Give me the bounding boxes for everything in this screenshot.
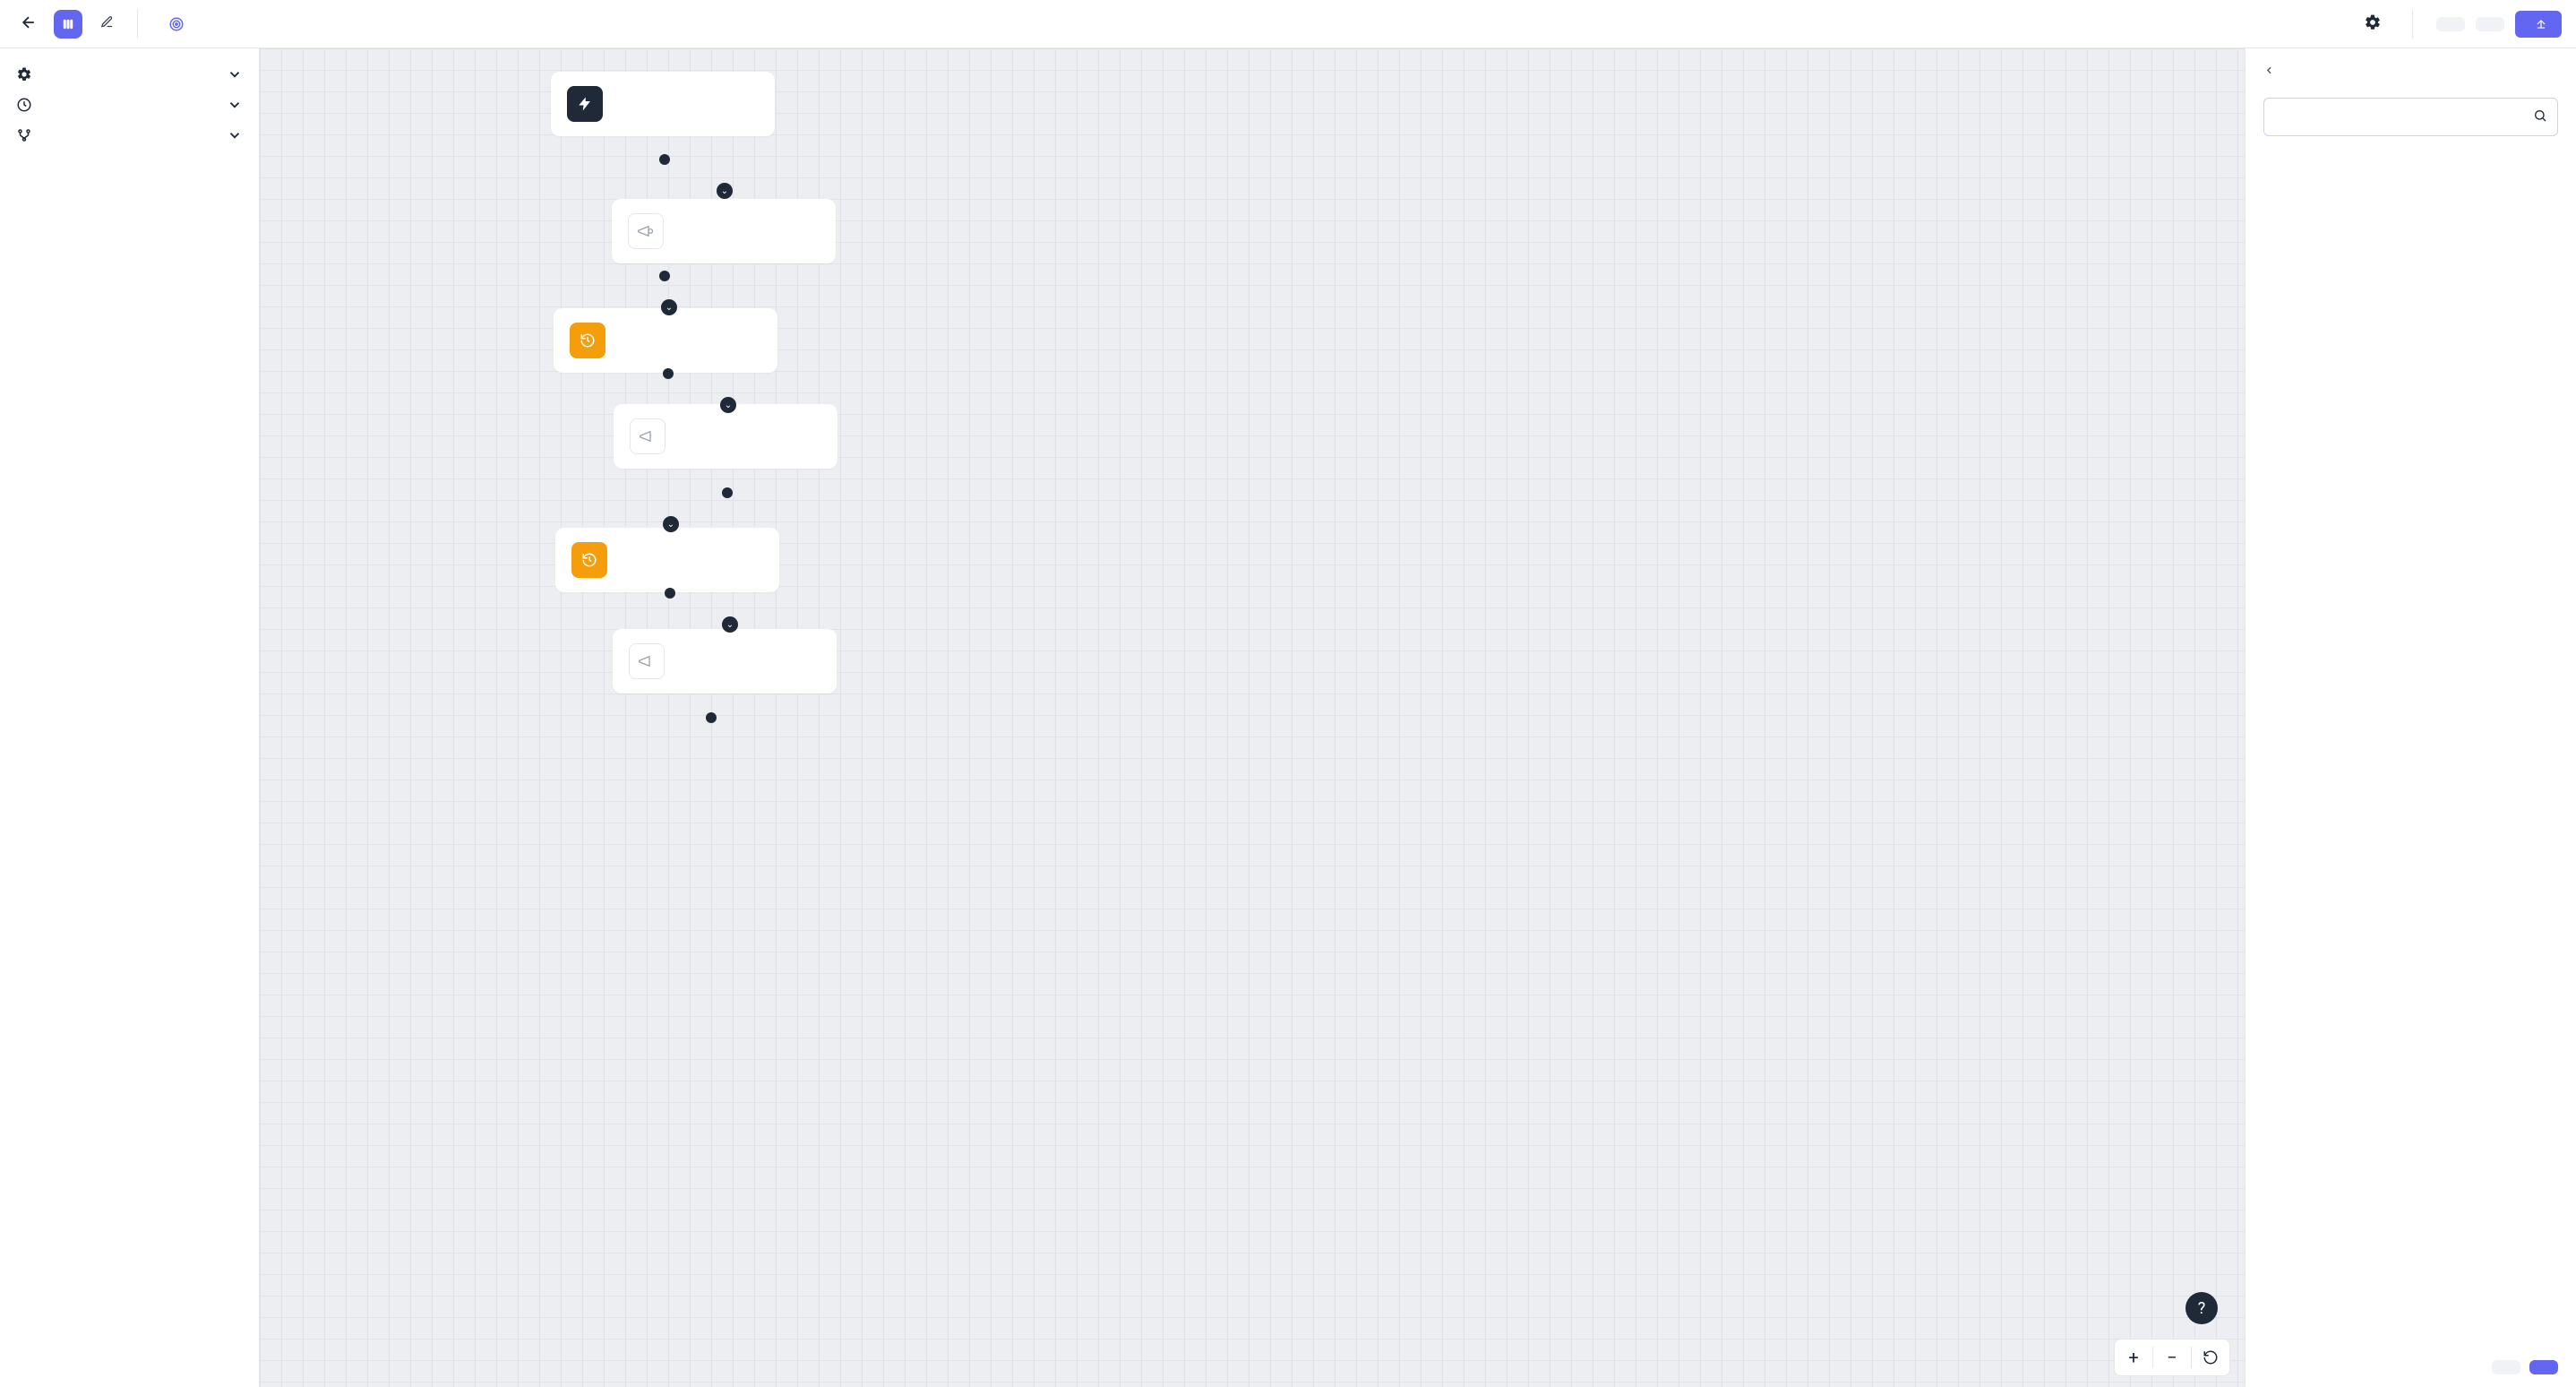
clock-icon [16,97,32,113]
sidebar [0,48,260,1387]
chevron-down-icon[interactable]: ⌄ [722,616,738,633]
save-button[interactable] [2529,1360,2558,1374]
settings-icon[interactable] [2357,6,2389,42]
connector-dot [659,154,670,165]
send-campaign-node[interactable] [613,629,837,694]
vertical-divider [137,10,138,39]
save-draft-button[interactable] [2436,17,2465,31]
wait-node[interactable] [554,308,777,373]
chevron-down-icon [227,66,243,82]
connector-dot [659,271,670,281]
connector-dot [663,368,674,379]
app-logo [54,10,82,39]
megaphone-icon [629,643,665,679]
journey-canvas[interactable]: ⌄ ⌄ ⌄ ⌄ ⌄ ? + − [260,48,2245,1387]
reset-view-button[interactable] [2192,1339,2229,1376]
lightning-icon [567,86,603,122]
back-arrow-icon[interactable] [14,8,43,40]
send-campaign-node[interactable] [612,199,836,263]
section-conditions-header[interactable] [16,120,243,151]
wait-node[interactable] [555,528,779,592]
branch-icon [16,127,32,143]
campaign-activity-item[interactable] [16,151,243,156]
connector-dot [706,712,717,723]
list-search-input[interactable] [2263,98,2558,136]
section-actions-header[interactable] [16,59,243,90]
zoom-in-button[interactable]: + [2115,1339,2152,1376]
megaphone-icon [628,213,664,249]
chevron-down-icon[interactable]: ⌄ [663,516,679,532]
chevron-down-icon[interactable]: ⌄ [717,183,733,199]
search-icon [2533,108,2547,126]
test-journey-button[interactable] [2476,17,2504,31]
upload-icon [2535,18,2547,30]
right-panel [2245,48,2576,1387]
megaphone-icon [630,418,665,454]
help-button[interactable]: ? [2185,1292,2218,1324]
zoom-out-button[interactable]: − [2153,1339,2191,1376]
send-campaign-node[interactable] [614,404,837,469]
publish-button[interactable] [2515,11,2562,38]
history-icon [570,323,605,358]
history-icon [571,542,607,578]
edit-goal-button[interactable] [161,16,185,32]
gear-sparkle-icon [16,66,32,82]
chevron-down-icon [227,127,243,143]
chevron-down-icon[interactable]: ⌄ [661,299,677,315]
connector-dot [722,487,733,498]
breadcrumb-back[interactable] [2263,65,2558,76]
connector-dot [665,588,675,599]
vertical-divider [2412,10,2413,39]
chevron-left-icon [2263,65,2275,76]
app-header [0,0,2576,48]
chevron-down-icon [227,97,243,113]
chevron-down-icon[interactable]: ⌄ [720,397,736,413]
section-delay-header[interactable] [16,90,243,120]
trigger-node[interactable] [551,72,775,136]
zoom-controls: + − [2114,1339,2230,1376]
target-icon [168,16,185,32]
cancel-button[interactable] [2492,1360,2520,1374]
edit-title-icon[interactable] [100,15,114,32]
